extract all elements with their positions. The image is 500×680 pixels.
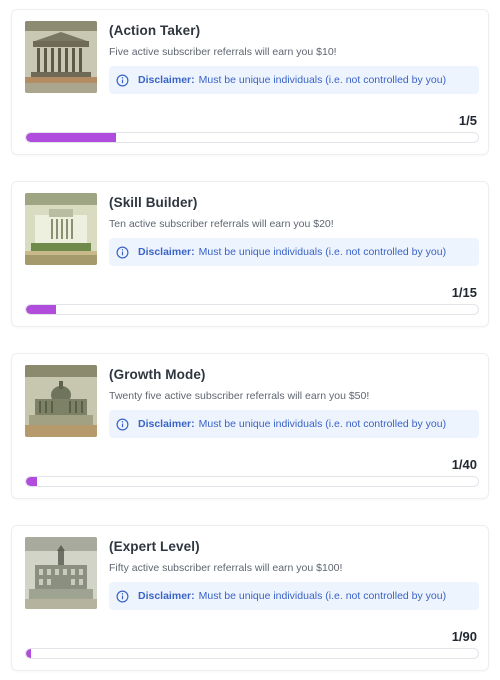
info-icon (116, 74, 129, 86)
progress-count: 1/15 (451, 285, 477, 300)
reward-title: (Action Taker) (109, 23, 201, 38)
hundred-dollar-bill-icon (25, 537, 97, 609)
disclaimer-label: Disclaimer: (138, 590, 195, 602)
progress-fill (26, 649, 32, 658)
progress-fill (26, 305, 57, 314)
disclaimer-label: Disclaimer: (138, 246, 195, 258)
progress-bar (25, 648, 479, 659)
reward-description: Twenty five active subscriber referrals … (109, 390, 370, 402)
reward-card: (Action Taker) Five active subscriber re… (11, 9, 489, 155)
reward-title: (Expert Level) (109, 539, 200, 554)
reward-card: (Growth Mode) Twenty five active subscri… (11, 353, 489, 499)
progress-count: 1/5 (458, 113, 477, 128)
reward-title: (Growth Mode) (109, 367, 206, 382)
disclaimer-notice: Disclaimer: Must be unique individuals (… (109, 410, 479, 438)
disclaimer-text: Must be unique individuals (i.e. not con… (198, 246, 447, 258)
reward-card: (Expert Level) Fifty active subscriber r… (11, 525, 489, 671)
disclaimer-notice: Disclaimer: Must be unique individuals (… (109, 582, 479, 610)
twenty-dollar-bill-icon (25, 193, 97, 265)
reward-description: Ten active subscriber referrals will ear… (109, 218, 334, 230)
reward-description: Fifty active subscriber referrals will e… (109, 562, 343, 574)
progress-count: 1/40 (451, 457, 477, 472)
progress-bar (25, 476, 479, 487)
progress-fill (26, 133, 117, 142)
disclaimer-text: Must be unique individuals (i.e. not con… (198, 74, 447, 86)
reward-title: (Skill Builder) (109, 195, 198, 210)
disclaimer-notice: Disclaimer: Must be unique individuals (… (109, 66, 479, 94)
disclaimer-notice: Disclaimer: Must be unique individuals (… (109, 238, 479, 266)
disclaimer-text: Must be unique individuals (i.e. not con… (198, 418, 447, 430)
progress-bar (25, 132, 479, 143)
disclaimer-label: Disclaimer: (138, 74, 195, 86)
progress-count: 1/90 (451, 629, 477, 644)
fifty-dollar-bill-icon (25, 365, 97, 437)
disclaimer-text: Must be unique individuals (i.e. not con… (198, 590, 447, 602)
progress-bar (25, 304, 479, 315)
disclaimer-label: Disclaimer: (138, 418, 195, 430)
info-icon (116, 590, 129, 602)
reward-card: (Skill Builder) Ten active subscriber re… (11, 181, 489, 327)
progress-fill (26, 477, 38, 486)
rewards-list: (Action Taker) Five active subscriber re… (0, 0, 500, 680)
info-icon (116, 418, 129, 430)
info-icon (116, 246, 129, 258)
ten-dollar-bill-icon (25, 21, 97, 93)
reward-description: Five active subscriber referrals will ea… (109, 46, 337, 58)
